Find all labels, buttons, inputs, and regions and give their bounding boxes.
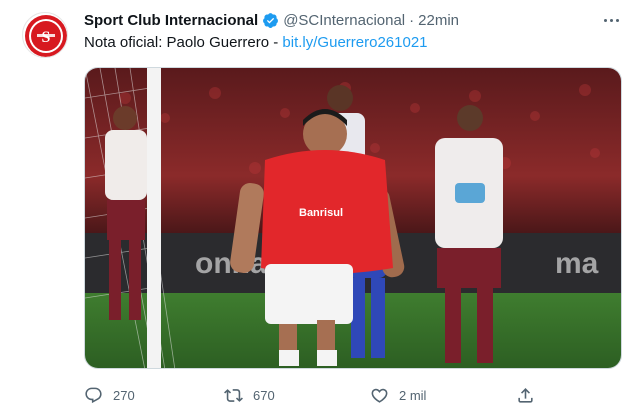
- like-button[interactable]: 2 mil: [370, 384, 426, 406]
- reply-button[interactable]: 270: [84, 384, 135, 406]
- tweet-actions: 270 670 2 mil: [84, 384, 624, 406]
- retweet-icon: [224, 388, 243, 402]
- tweet-link[interactable]: bit.ly/Guerrero261021: [282, 34, 427, 51]
- tweet-text: Nota oficial: Paolo Guerrero - bit.ly/Gu…: [84, 34, 428, 51]
- svg-text:S: S: [42, 29, 51, 46]
- heart-icon: [371, 388, 388, 403]
- tweet-text-body: Nota oficial: Paolo Guerrero -: [84, 34, 283, 51]
- handle[interactable]: @SCInternacional: [283, 12, 405, 29]
- retweet-count: 670: [253, 387, 275, 403]
- like-count: 2 mil: [399, 387, 427, 403]
- share-icon: [518, 387, 533, 403]
- display-name[interactable]: Sport Club Internacional: [84, 12, 258, 29]
- sc-internacional-crest-icon: S: [25, 15, 67, 57]
- tweet-card[interactable]: S Sport Club Internacional @SCInternacio…: [0, 0, 640, 414]
- verified-badge-icon: [263, 12, 279, 28]
- tweet-media-image[interactable]: onna ma: [84, 67, 622, 369]
- separator-dot: ·: [409, 11, 415, 29]
- shirt-sponsor: Banrisul: [299, 207, 343, 219]
- avatar[interactable]: S: [22, 12, 68, 58]
- reply-count: 270: [113, 387, 135, 403]
- reply-icon: [85, 387, 102, 403]
- more-options-icon[interactable]: [598, 9, 624, 31]
- football-celebration-photo: onna ma: [85, 68, 621, 368]
- retweet-button[interactable]: 670: [224, 384, 275, 406]
- tweet-header: Sport Club Internacional @SCInternaciona…: [84, 10, 459, 30]
- svg-text:ma: ma: [555, 247, 599, 280]
- timestamp[interactable]: 22min: [418, 12, 459, 29]
- share-button[interactable]: [516, 384, 545, 406]
